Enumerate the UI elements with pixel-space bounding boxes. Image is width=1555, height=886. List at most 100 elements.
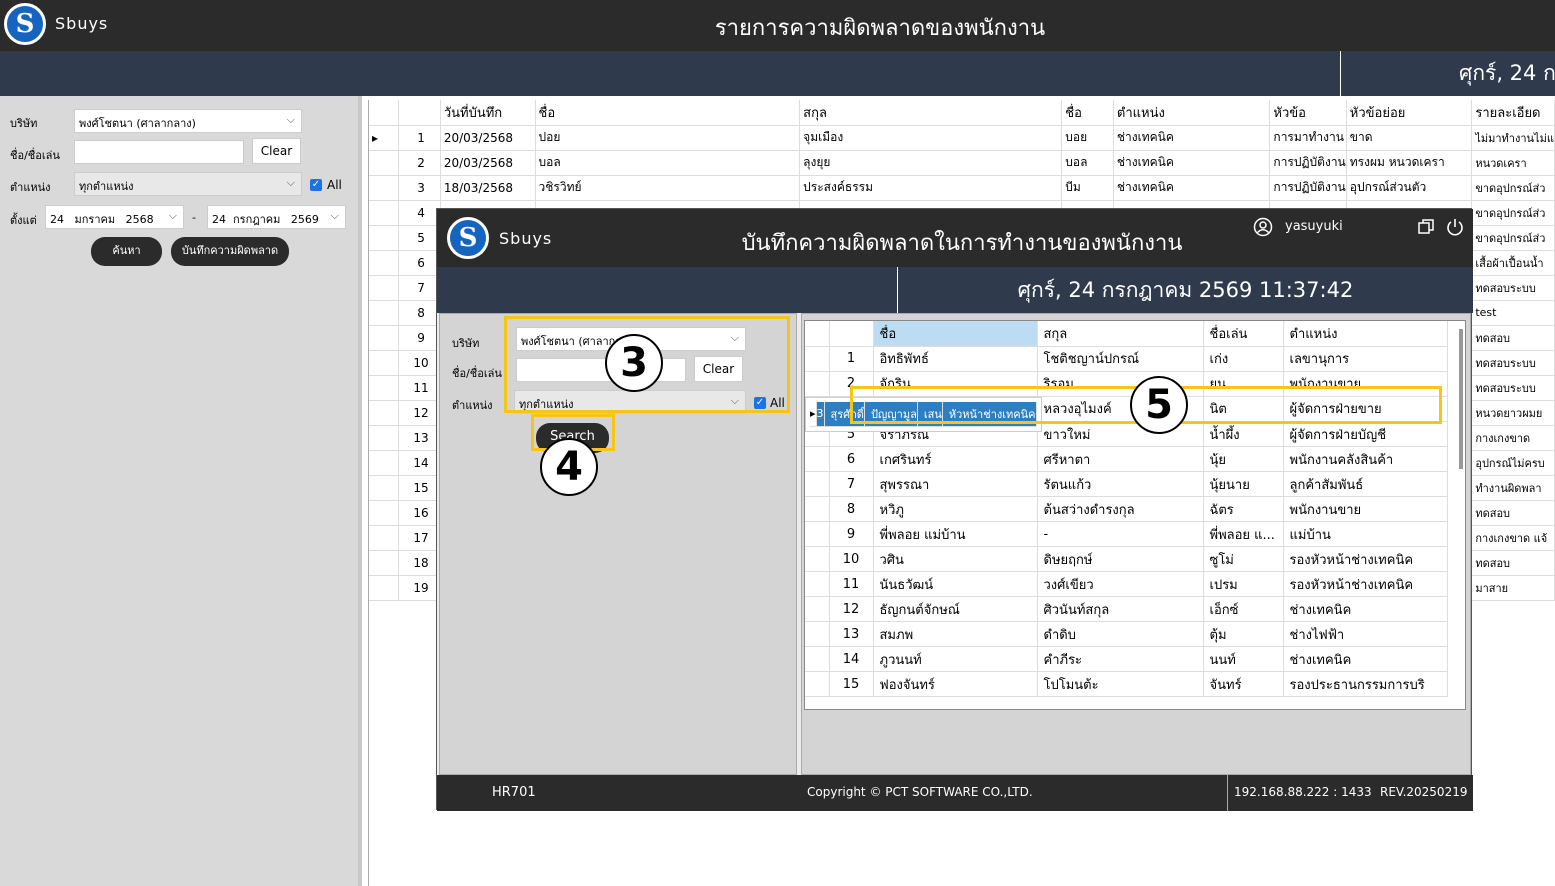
employee-cell: นนท์: [1203, 646, 1284, 672]
table-cell: ขาด: [1346, 125, 1473, 151]
filter-panel: บริษัท พงศ์โชตนา (ศาลากลาง) ⌵ ชื่อ/ชื่อเล…: [0, 96, 362, 886]
employee-cell: ศิวนันท์สกุล: [1037, 596, 1204, 622]
clear-button[interactable]: Clear: [252, 138, 301, 164]
table-cell: ทดสอบ: [1471, 325, 1555, 351]
employee-cell: 8: [829, 496, 874, 522]
name-input[interactable]: [74, 140, 244, 164]
employee-cell: เกศรินทร์: [873, 446, 1038, 472]
employee-cell: ดิษยฤกษ์: [1037, 546, 1204, 572]
table-cell: test: [1471, 300, 1555, 326]
table-cell: [369, 250, 400, 276]
table-cell: 17: [398, 525, 441, 551]
employee-cell: เปรม: [1203, 571, 1284, 597]
to-day: 24: [212, 213, 226, 226]
table-cell: [369, 475, 400, 501]
table-cell: [369, 175, 400, 201]
employee-cell: ฟองจันทร์: [873, 671, 1038, 697]
table-cell: มาสาย: [1471, 575, 1555, 601]
table-cell: อุปกรณ์ไม่ครบ: [1471, 450, 1555, 476]
table-cell: ไม่มาทำงานไม่แ: [1471, 125, 1555, 151]
employee-cell: นุ้ยนาย: [1203, 471, 1284, 497]
employee-cell: อิทธิพัทธ์: [873, 346, 1038, 372]
table-cell: [369, 275, 400, 301]
employee-cell: 13: [829, 621, 874, 647]
employee-cell: วงศ์เขียว: [1037, 571, 1204, 597]
employee-cell: สุพรรณา: [873, 471, 1038, 497]
employee-row[interactable]: 8 หวิภู ต้นสว่างดำรงกุล ฉัตร พนักงานขาย: [805, 496, 1448, 522]
column-header: [369, 100, 400, 126]
column-header: ตำแหน่ง: [1113, 100, 1271, 126]
power-icon[interactable]: [1445, 217, 1465, 237]
employee-cell: [805, 621, 830, 647]
chevron-down-icon: ⌵: [286, 176, 295, 189]
employee-cell: ต้นสว่างดำรงกุล: [1037, 496, 1204, 522]
table-cell: เสื้อผ้าเปื้อนน้ำ: [1471, 250, 1555, 276]
from-month: มกราคม: [74, 213, 116, 226]
table-cell: ช่างเทคนิค: [1113, 175, 1271, 201]
table-cell: ทดสอบ: [1471, 500, 1555, 526]
employee-cell: 7: [829, 471, 874, 497]
page-title: รายการความผิดพลาดของพนักงาน: [714, 16, 1046, 41]
position-label: ตำแหน่ง: [10, 181, 51, 194]
user-icon: [1253, 217, 1273, 237]
employee-row[interactable]: 9 พี่พลอย แม่บ้าน - พี่พลอย แ... แม่บ้าน: [805, 521, 1448, 547]
table-row[interactable]: 3 18/03/2568 วชิรวิทย์ ประสงค์ธรรม บีม ช่างเท…: [369, 175, 1555, 201]
employee-row[interactable]: 10 วศิน ดิษยฤกษ์ ซูโม่ รองหัวหน้าช่างเทคนิค: [805, 546, 1448, 572]
employee-row[interactable]: 15 ฟองจันทร์ โปโมนต้ะ จันทร์ รองประธานกรรมกา…: [805, 671, 1448, 697]
employee-row[interactable]: 6 เกศรินทร์ ศรีหาตา นุ้ย พนักงานคลังสินค้า: [805, 446, 1448, 472]
table-cell: [369, 375, 400, 401]
employee-row[interactable]: 12 ธัญกนต์จักษณ์ ศิวนันท์สกุล เอ็กซ์ ช่างเทค…: [805, 596, 1448, 622]
server-ip: 192.168.88.222 : 1433: [1227, 775, 1372, 811]
table-cell: 5: [398, 225, 441, 251]
employee-row[interactable]: 13 สมภพ ดำดิบ ตุ้ม ช่างไฟฟ้า: [805, 621, 1448, 647]
restore-window-icon[interactable]: [1417, 218, 1435, 236]
from-date-picker[interactable]: 24 มกราคม 2568 ⌵: [45, 205, 184, 229]
employee-cell: ธัญกนต์จักษณ์: [873, 596, 1038, 622]
employee-row[interactable]: 11 นันธวัฒน์ วงศ์เขียว เปรม รองหัวหน้าช่างเท…: [805, 571, 1448, 597]
employee-cell: ช่างเทคนิค: [1283, 596, 1448, 622]
table-cell: 6: [398, 250, 441, 276]
dialog-name-label: ชื่อ/ชื่อเล่น: [452, 367, 502, 380]
table-cell: ขาดอุปกรณ์ส่ว: [1471, 175, 1555, 201]
table-cell: 10: [398, 350, 441, 376]
table-cell: 13: [398, 425, 441, 451]
table-cell: 11: [398, 375, 441, 401]
search-button[interactable]: ค้นหา: [91, 237, 162, 266]
vertical-scrollbar[interactable]: [1459, 329, 1463, 469]
employee-column-header: ตำแหน่ง: [1283, 321, 1448, 347]
employee-row[interactable]: 14 ภูวนนท์ คำภีระ นนท์ ช่างเทคนิค: [805, 646, 1448, 672]
column-header: ชื่อ: [1061, 100, 1114, 126]
table-cell: ปอย: [535, 125, 801, 151]
employee-cell: ศรีหาตา: [1037, 446, 1204, 472]
table-cell: ทรงผม หนวดเครา: [1346, 150, 1473, 176]
table-cell: 19: [398, 575, 441, 601]
all-checkbox[interactable]: ✓: [310, 179, 322, 191]
table-cell: [369, 200, 400, 226]
to-month: กรกฎาคม: [233, 213, 281, 226]
employee-cell: ลูกค้าสัมพันธ์: [1283, 471, 1448, 497]
company-select[interactable]: พงศ์โชตนา (ศาลากลาง) ⌵: [74, 109, 302, 133]
position-value: ทุกตำแหน่ง: [79, 180, 134, 193]
employee-row[interactable]: 7 สุพรรณา รัตนแก้ว นุ้ยนาย ลูกค้าสัมพันธ์: [805, 471, 1448, 497]
dialog-date-display: ศุกร์, 24 กรกฎาคม 2569 11:37:42: [897, 267, 1473, 313]
table-cell: 2: [398, 150, 441, 176]
table-cell: [369, 525, 400, 551]
employee-row[interactable]: 1 อิทธิพัทธ์ โชติชญาน์ปกรณ์ เก่ง เลขานุการ: [805, 346, 1448, 372]
table-cell: หนวดเครา: [1471, 150, 1555, 176]
employee-cell: แม่บ้าน: [1283, 521, 1448, 547]
to-date-picker[interactable]: 24 กรกฎาคม 2569 ⌵: [207, 205, 346, 229]
dialog-logo-text: Sbuys: [499, 229, 553, 248]
table-cell: [369, 500, 400, 526]
employee-cell: [805, 646, 830, 672]
table-row[interactable]: ▸ 1 20/03/2568 ปอย จุมเมือง บอย ช่างเทคนิค การม…: [369, 125, 1555, 151]
table-cell: ลุงยุย: [799, 150, 1063, 176]
employee-cell: รองหัวหน้าช่างเทคนิค: [1283, 571, 1448, 597]
table-cell: การปฏิบัติงาน: [1269, 175, 1347, 201]
table-row[interactable]: 2 20/03/2568 บอล ลุงยุย บอล ช่างเทคนิค การปฏิบ…: [369, 150, 1555, 176]
table-cell: ช่างเทคนิค: [1113, 150, 1271, 176]
table-cell: ประสงค์ธรรม: [799, 175, 1063, 201]
employee-cell: ตุ้ม: [1203, 621, 1284, 647]
record-error-button[interactable]: บันทึกความผิดพลาด: [171, 237, 289, 266]
employee-cell: [805, 346, 830, 372]
position-select[interactable]: ทุกตำแหน่ง ⌵: [74, 172, 302, 196]
